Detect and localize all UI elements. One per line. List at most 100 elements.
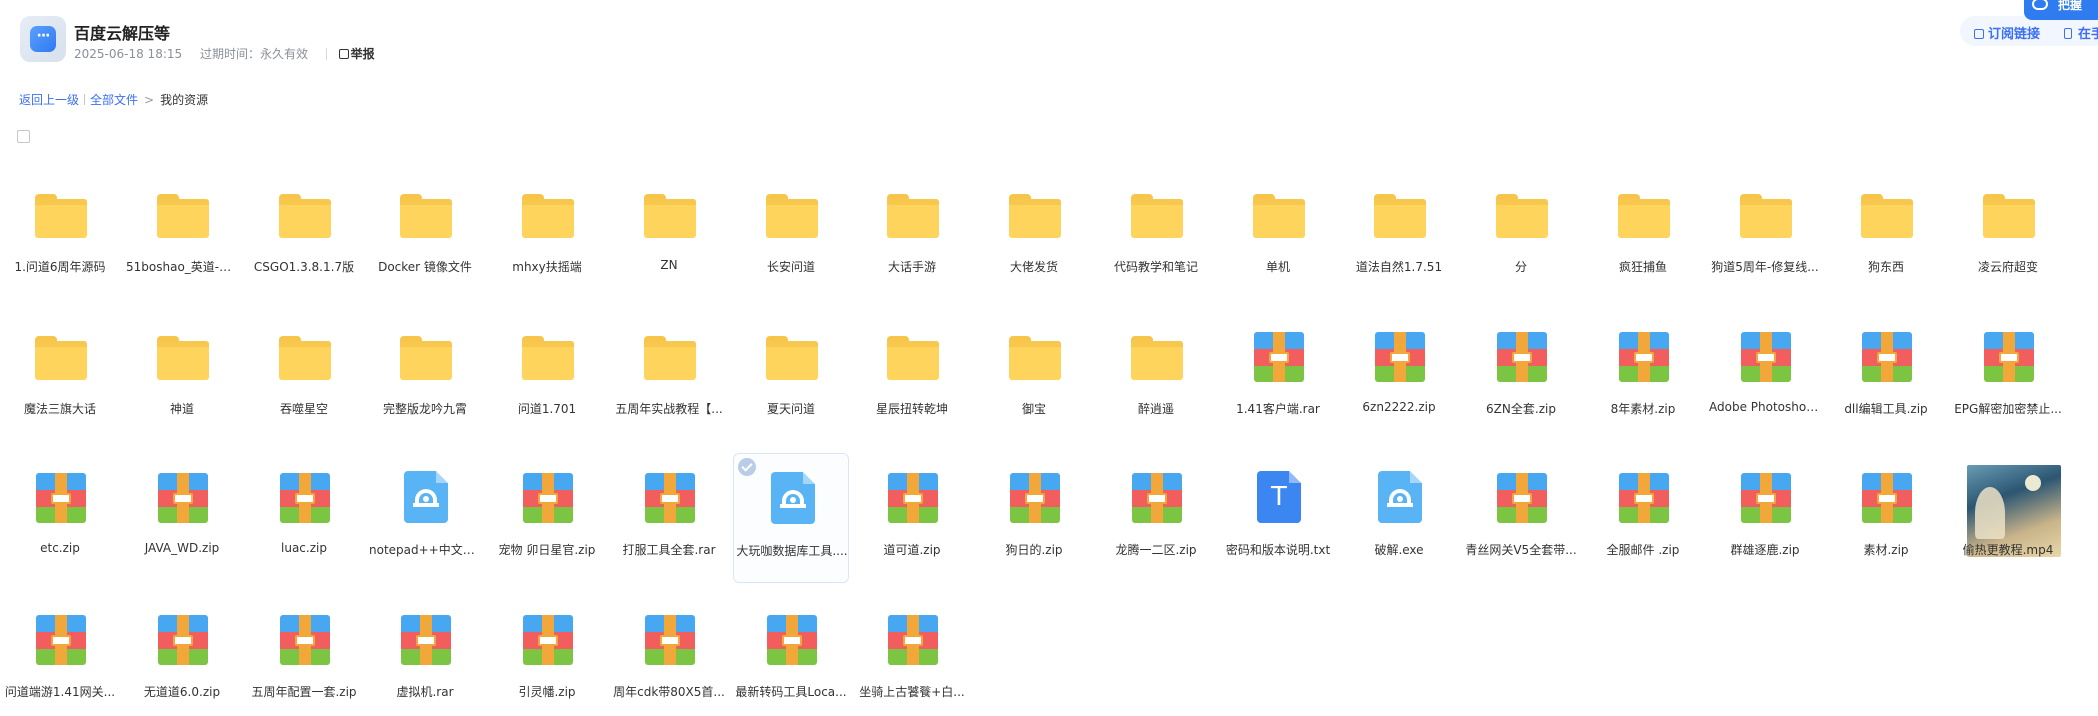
folder-item[interactable]: 夏天问道 bbox=[733, 312, 849, 442]
folder-item[interactable]: 御宝 bbox=[976, 312, 1092, 442]
item-thumbnail bbox=[1981, 186, 2037, 242]
folder-item[interactable]: 吞噬星空 bbox=[246, 312, 362, 442]
folder-item[interactable]: 狗东西 bbox=[1828, 170, 1944, 300]
folder-item[interactable]: 51boshao_英道-奖励... bbox=[124, 170, 240, 300]
item-thumbnail bbox=[1129, 186, 1185, 242]
item-thumbnail bbox=[33, 186, 89, 242]
item-label: 1.问道6周年源码 bbox=[14, 260, 106, 274]
folder-icon bbox=[279, 336, 331, 380]
folder-item[interactable]: 道法自然1.7.51 bbox=[1341, 170, 1457, 300]
file-item[interactable]: 青丝网关V5全套带... bbox=[1463, 453, 1579, 583]
file-item[interactable]: 坐骑上古饕餮+白... bbox=[854, 595, 970, 716]
file-item[interactable]: 全服邮件 .zip bbox=[1585, 453, 1701, 583]
header-actions: 订阅链接 在手 bbox=[1960, 16, 2098, 46]
save-button[interactable]: 把握 bbox=[2024, 0, 2098, 20]
file-item[interactable]: 8年素材.zip bbox=[1585, 312, 1701, 442]
folder-icon bbox=[157, 194, 209, 238]
folder-item[interactable]: 分 bbox=[1463, 170, 1579, 300]
file-item[interactable]: 最新转码工具Loca... bbox=[733, 595, 849, 716]
report-icon bbox=[338, 49, 349, 59]
item-label: 五周年实战教程【... bbox=[615, 402, 723, 416]
item-thumbnail bbox=[1616, 186, 1672, 242]
file-item[interactable]: 引灵幡.zip bbox=[489, 595, 605, 716]
subscribe-link-button[interactable]: 订阅链接 bbox=[1974, 23, 2040, 42]
folder-item[interactable]: 长安问道 bbox=[733, 170, 849, 300]
file-item[interactable]: 破解.exe bbox=[1341, 453, 1457, 583]
item-thumbnail bbox=[1981, 328, 2037, 384]
folder-item[interactable]: Docker 镜像文件 bbox=[367, 170, 483, 300]
file-item[interactable]: 打服工具全套.rar bbox=[611, 453, 727, 583]
item-label: 完整版龙吟九霄 bbox=[382, 402, 467, 416]
selected-check-icon[interactable] bbox=[738, 458, 756, 476]
file-item[interactable]: 宠物 卯日星官.zip bbox=[489, 453, 605, 583]
folder-item[interactable]: 醉逍遥 bbox=[1098, 312, 1214, 442]
folder-item[interactable]: 1.问道6周年源码 bbox=[2, 170, 118, 300]
item-label: notepad++中文版(... bbox=[369, 543, 481, 557]
folder-item[interactable]: 大佬发货 bbox=[976, 170, 1092, 300]
file-item[interactable]: 虚拟机.rar bbox=[367, 595, 483, 716]
file-item[interactable]: 五周年配置一套.zip bbox=[246, 595, 362, 716]
file-item[interactable]: JAVA_WD.zip bbox=[124, 453, 240, 583]
item-label: 1.41客户端.rar bbox=[1236, 402, 1320, 416]
file-item[interactable]: 偷热更教程.mp4 bbox=[1950, 453, 2066, 583]
file-item[interactable]: 问道端游1.41网关... bbox=[2, 595, 118, 716]
folder-item[interactable]: 代码教学和笔记 bbox=[1098, 170, 1214, 300]
file-item[interactable]: 6zn2222.zip bbox=[1341, 312, 1457, 442]
file-item[interactable]: 道可道.zip bbox=[854, 453, 970, 583]
archive-icon bbox=[280, 473, 330, 523]
file-item[interactable]: 大玩咖数据库工具.... bbox=[733, 453, 849, 583]
folder-item[interactable]: mhxy扶摇端 bbox=[489, 170, 605, 300]
archive-icon bbox=[888, 615, 938, 665]
select-all-checkbox[interactable] bbox=[17, 130, 30, 143]
item-thumbnail bbox=[33, 611, 89, 667]
folder-item[interactable]: CSGO1.3.8.1.7版 bbox=[246, 170, 362, 300]
file-item[interactable]: etc.zip bbox=[2, 453, 118, 583]
folder-icon bbox=[644, 194, 696, 238]
open-on-phone-button[interactable]: 在手 bbox=[2064, 23, 2098, 42]
folder-item[interactable]: ZN bbox=[611, 170, 727, 300]
folder-item[interactable]: 完整版龙吟九霄 bbox=[367, 312, 483, 442]
file-item[interactable]: 1.41客户端.rar bbox=[1220, 312, 1336, 442]
item-label: 坐骑上古饕餮+白... bbox=[859, 685, 965, 699]
folder-item[interactable]: 神道 bbox=[124, 312, 240, 442]
item-thumbnail bbox=[885, 328, 941, 384]
share-header: 百度云解压等 2025-06-18 18:15 过期时间：永久有效 举报 订阅链… bbox=[0, 0, 2098, 80]
item-thumbnail bbox=[1738, 328, 1794, 384]
item-label: 大话手游 bbox=[887, 260, 936, 274]
file-item[interactable]: 周年cdk带80X5首... bbox=[611, 595, 727, 716]
file-item[interactable]: dll编辑工具.zip bbox=[1828, 312, 1944, 442]
item-label: 五周年配置一套.zip bbox=[251, 685, 357, 699]
item-thumbnail bbox=[398, 186, 454, 242]
file-item[interactable]: luac.zip bbox=[246, 453, 362, 583]
report-link[interactable]: 举报 bbox=[338, 47, 389, 61]
folder-icon bbox=[522, 194, 574, 238]
file-item[interactable]: 狗日的.zip bbox=[976, 453, 1092, 583]
file-item[interactable]: notepad++中文版(... bbox=[367, 453, 483, 583]
file-item[interactable]: 群雄逐鹿.zip bbox=[1707, 453, 1823, 583]
item-label: 夏天问道 bbox=[766, 402, 815, 416]
folder-item[interactable]: 星辰扭转乾坤 bbox=[854, 312, 970, 442]
file-item[interactable]: 龙腾一二区.zip bbox=[1098, 453, 1214, 583]
folder-item[interactable]: 大话手游 bbox=[854, 170, 970, 300]
file-item[interactable]: 无道道6.0.zip bbox=[124, 595, 240, 716]
folder-item[interactable]: 疯狂捕鱼 bbox=[1585, 170, 1701, 300]
all-files-link[interactable]: 全部文件 bbox=[90, 93, 138, 107]
folder-item[interactable]: 凌云府超变 bbox=[1950, 170, 2066, 300]
folder-item[interactable]: 问道1.701 bbox=[489, 312, 605, 442]
item-thumbnail bbox=[1859, 469, 1915, 525]
file-item[interactable]: Adobe Photoshop ... bbox=[1707, 312, 1823, 442]
archive-icon bbox=[767, 615, 817, 665]
folder-item[interactable]: 单机 bbox=[1220, 170, 1336, 300]
folder-item[interactable]: 狗道5周年-修复线... bbox=[1707, 170, 1823, 300]
archive-icon bbox=[523, 615, 573, 665]
item-thumbnail bbox=[642, 611, 698, 667]
file-item[interactable]: 6ZN全套.zip bbox=[1463, 312, 1579, 442]
folder-item[interactable]: 五周年实战教程【... bbox=[611, 312, 727, 442]
item-label: 神道 bbox=[169, 402, 194, 416]
file-item[interactable]: 素材.zip bbox=[1828, 453, 1944, 583]
back-link[interactable]: 返回上一级 bbox=[19, 93, 79, 107]
item-thumbnail bbox=[885, 469, 941, 525]
file-item[interactable]: T 密码和版本说明.txt bbox=[1220, 453, 1336, 583]
file-item[interactable]: EPG解密加密禁止... bbox=[1950, 312, 2066, 442]
folder-item[interactable]: 魔法三旗大话 bbox=[2, 312, 118, 442]
